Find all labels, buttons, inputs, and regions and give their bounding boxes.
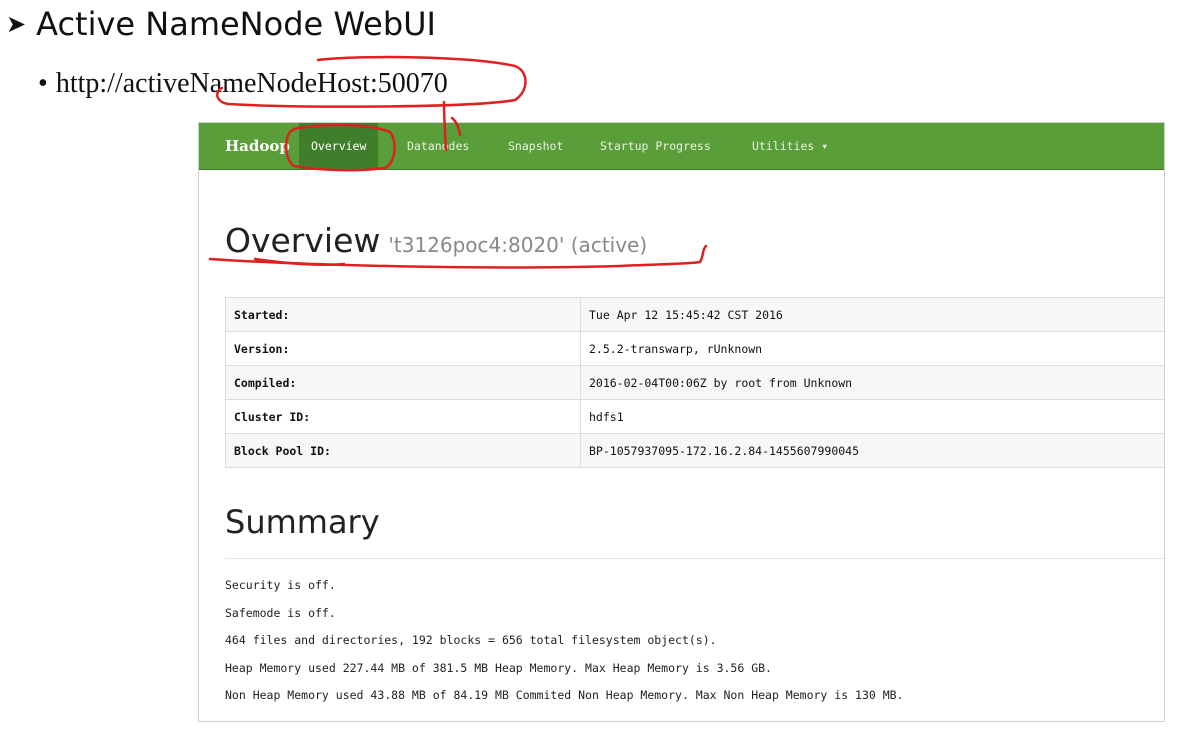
arrow-bullet-icon: ➤ — [6, 10, 27, 38]
overview-info-table: Started: Tue Apr 12 15:45:42 CST 2016 Ve… — [225, 297, 1164, 468]
row-value: Tue Apr 12 15:45:42 CST 2016 — [580, 297, 1164, 332]
summary-line: Heap Memory used 227.44 MB of 381.5 MB H… — [225, 660, 772, 675]
table-row: Compiled: 2016-02-04T00:06Z by root from… — [225, 365, 1164, 400]
navbar-brand[interactable]: Hadoop — [225, 137, 290, 155]
row-label: Block Pool ID: — [225, 433, 581, 468]
row-label: Compiled: — [225, 365, 581, 400]
slide-title-text: Active NameNode WebUI — [36, 5, 436, 43]
summary-line: Safemode is off. — [225, 605, 336, 620]
url-bullet: • http://activeNameNodeHost:50070 — [38, 66, 448, 102]
tab-overview[interactable]: Overview — [299, 123, 379, 169]
namenode-webui-screenshot: Hadoop Overview Datanodes Snapshot Start… — [198, 122, 1165, 722]
row-value: BP-1057937095-172.16.2.84-1455607990045 — [580, 433, 1164, 468]
row-label: Cluster ID: — [225, 399, 581, 434]
row-value: 2016-02-04T00:06Z by root from Unknown — [580, 365, 1164, 400]
table-row: Version: 2.5.2-transwarp, rUnknown — [225, 331, 1164, 366]
row-label: Started: — [225, 297, 581, 332]
row-label: Version: — [225, 331, 581, 366]
summary-line: Non Heap Memory used 43.88 MB of 84.19 M… — [225, 688, 904, 702]
overview-subtitle: 't3126poc4:8020' (active) — [388, 233, 648, 257]
url-text: http://activeNameNodeHost:50070 — [55, 68, 448, 99]
tab-utilities[interactable]: Utilities ▾ — [740, 123, 840, 169]
table-row: Cluster ID: hdfs1 — [225, 399, 1164, 434]
row-value: 2.5.2-transwarp, rUnknown — [580, 331, 1164, 366]
tab-snapshot[interactable]: Snapshot — [496, 123, 575, 169]
tab-startup-progress[interactable]: Startup Progress — [588, 123, 723, 169]
summary-divider — [225, 558, 1164, 559]
slide-title: ➤ Active NameNode WebUI — [6, 4, 436, 44]
summary-heading: Summary — [225, 503, 380, 541]
overview-heading: Overview 't3126poc4:8020' (active) — [225, 221, 647, 260]
bullet-dot-icon: • — [38, 68, 48, 99]
tab-datanodes[interactable]: Datanodes — [395, 123, 481, 169]
overview-title: Overview — [225, 221, 381, 260]
summary-lines: Security is off. Safemode is off. 464 fi… — [225, 575, 904, 713]
table-row: Started: Tue Apr 12 15:45:42 CST 2016 — [225, 297, 1164, 332]
summary-line: Security is off. — [225, 578, 336, 592]
navbar: Hadoop Overview Datanodes Snapshot Start… — [199, 123, 1164, 170]
row-value: hdfs1 — [580, 399, 1164, 434]
table-row: Block Pool ID: BP-1057937095-172.16.2.84… — [225, 433, 1164, 468]
summary-line: 464 files and directories, 192 blocks = … — [225, 633, 717, 647]
